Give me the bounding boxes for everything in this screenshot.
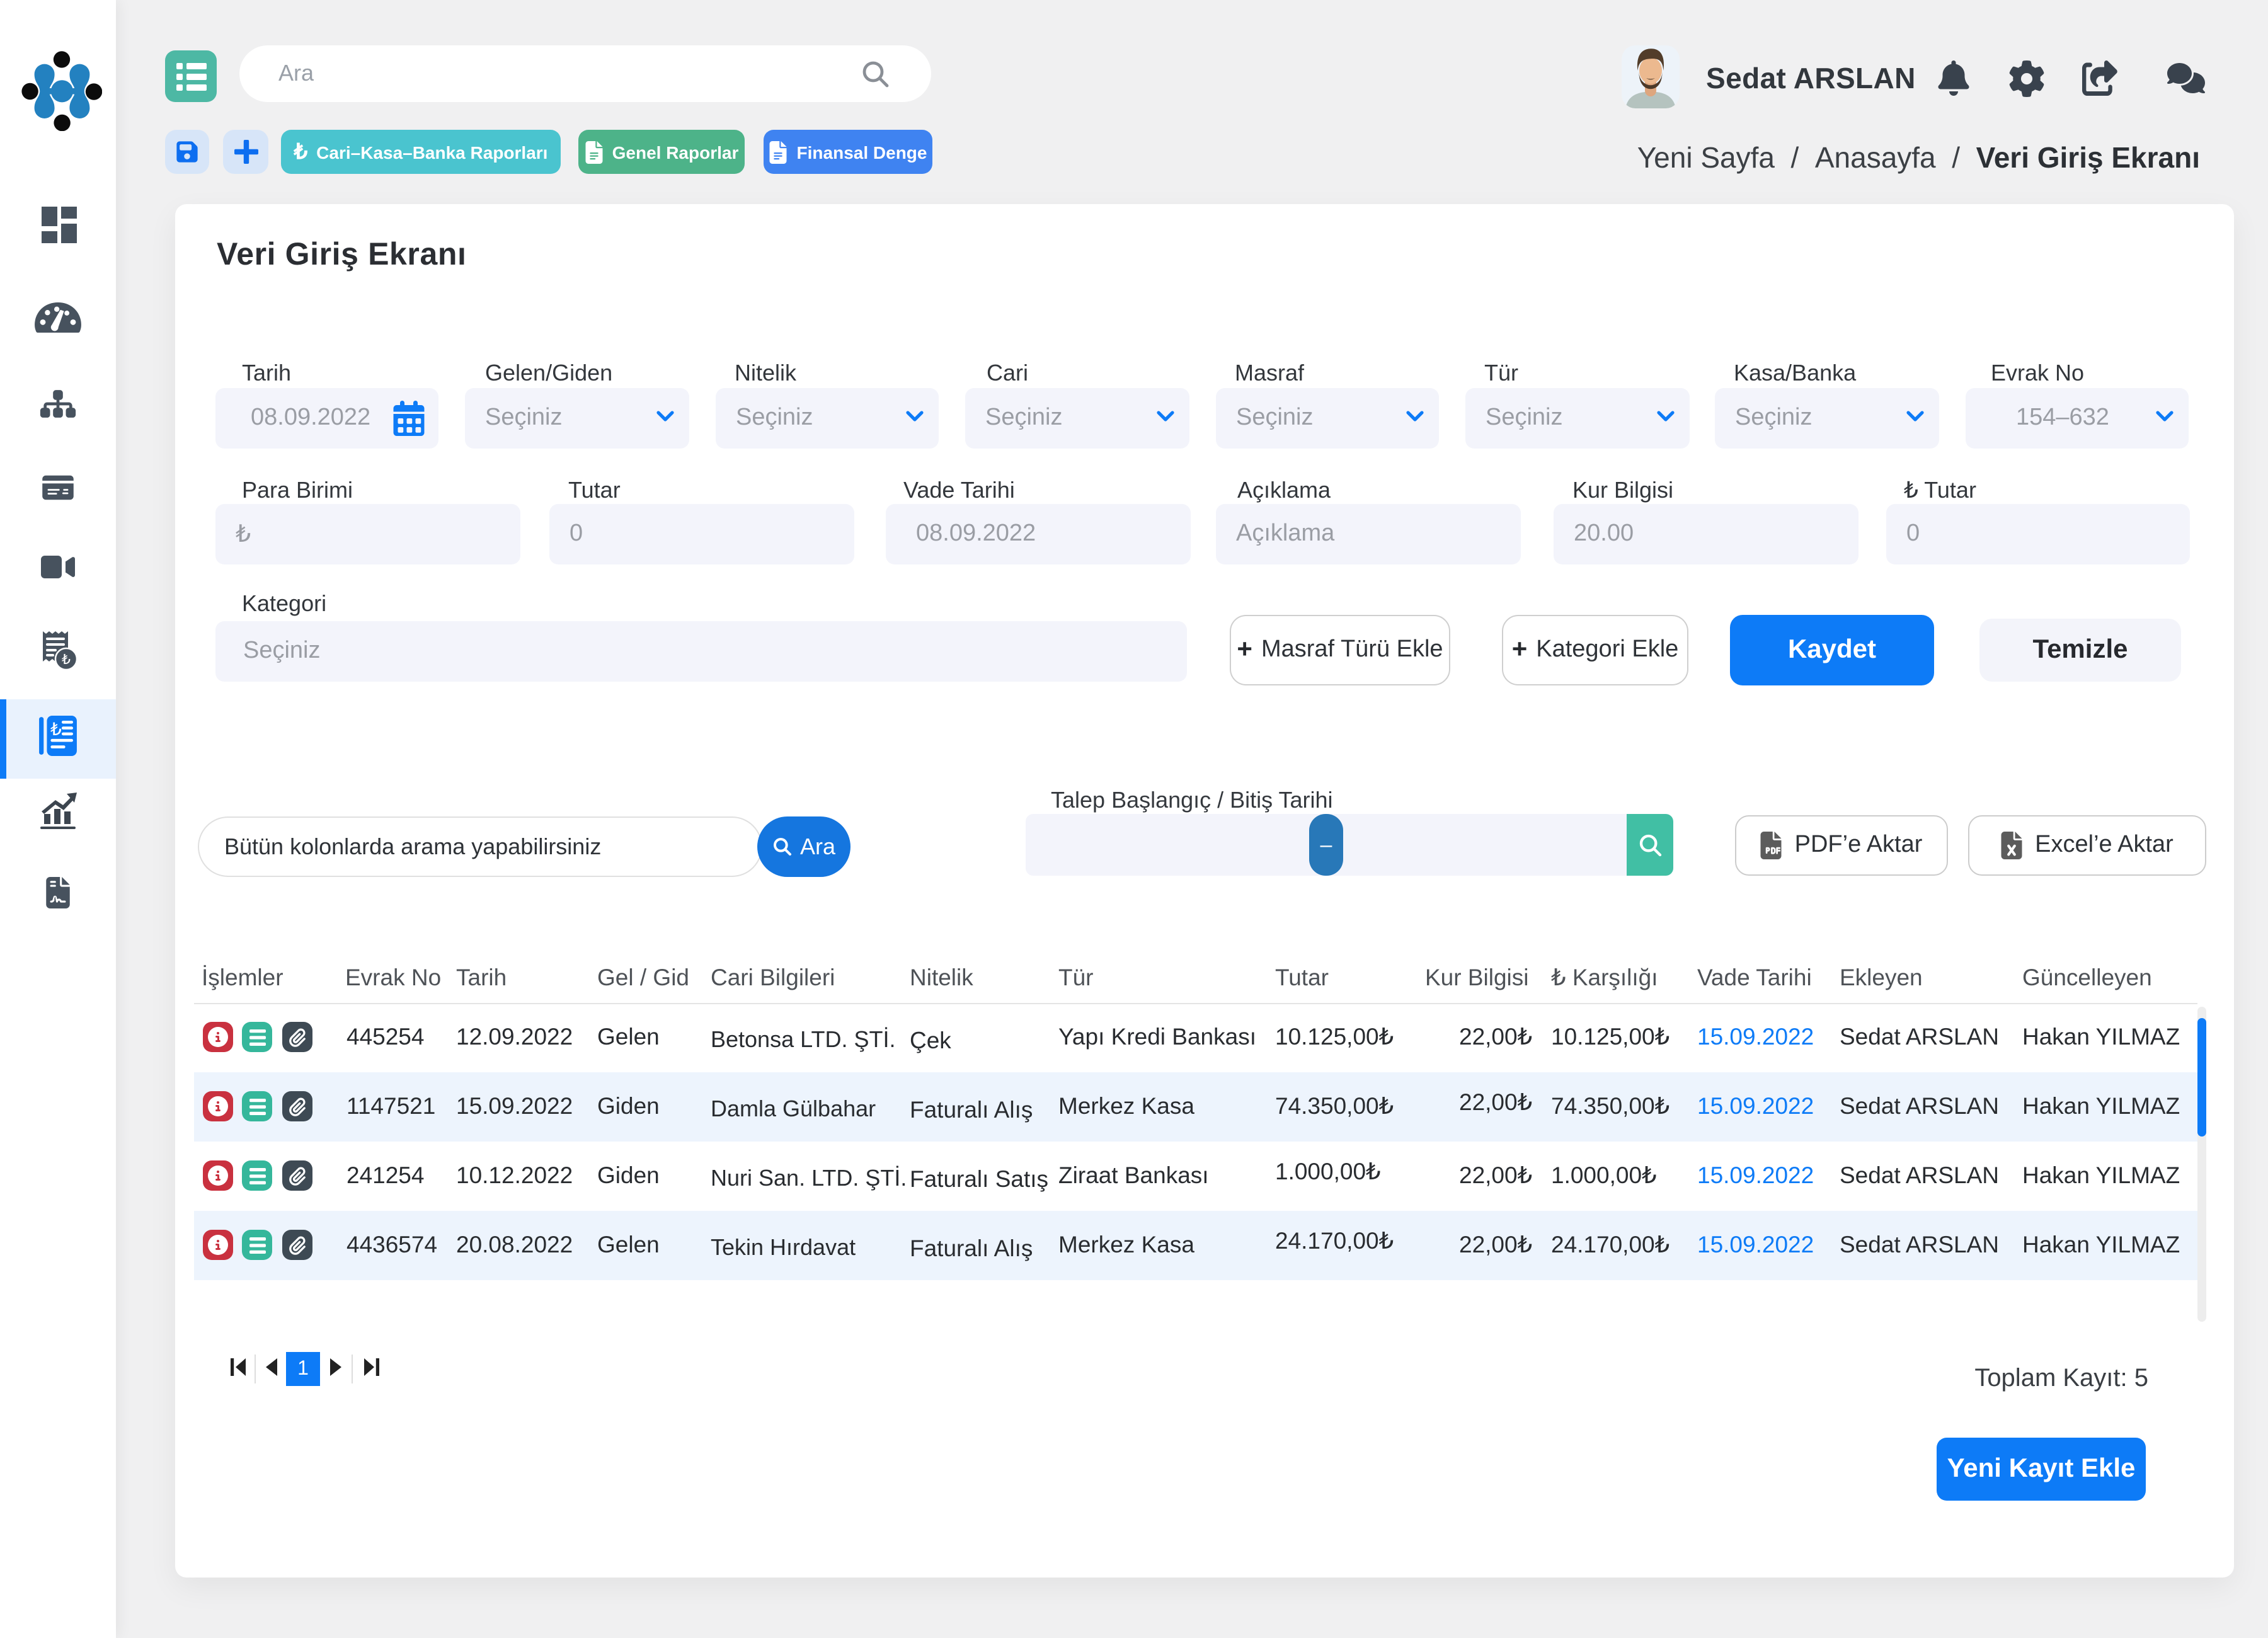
svg-text:₺: ₺ bbox=[62, 651, 71, 667]
svg-text:₺: ₺ bbox=[50, 719, 62, 739]
